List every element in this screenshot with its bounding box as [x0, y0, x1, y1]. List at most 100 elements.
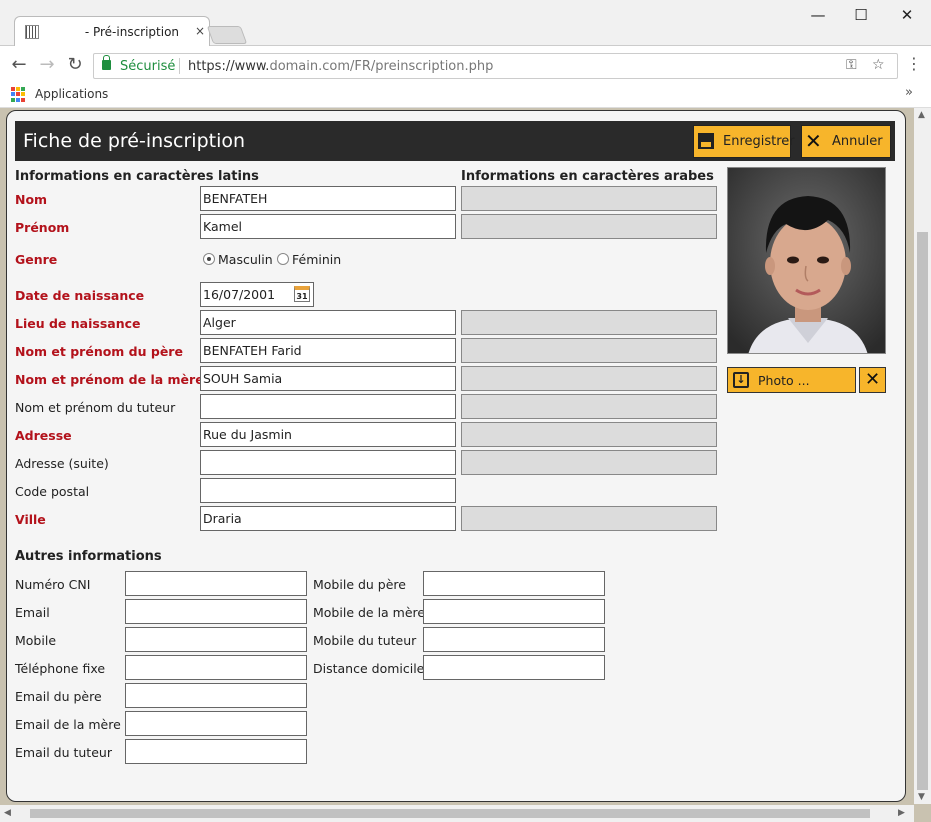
- vertical-scrollbar[interactable]: ▲ ▼: [914, 108, 931, 804]
- cancel-button[interactable]: ✕ Annuler: [801, 125, 891, 158]
- section-other-heading: Autres informations: [15, 549, 162, 564]
- code-postal-field[interactable]: [200, 478, 456, 503]
- horizontal-scroll-thumb[interactable]: [30, 809, 870, 818]
- mobile-pere-label: Mobile du père: [313, 577, 406, 592]
- ville-label: Ville: [15, 512, 46, 527]
- email-pere-field[interactable]: [125, 683, 307, 708]
- ville-arabic-field[interactable]: [461, 506, 717, 531]
- site-favicon-icon: [25, 25, 39, 39]
- star-icon[interactable]: ☆: [872, 57, 885, 73]
- mobile-label: Mobile: [15, 633, 57, 648]
- mobile-pere-field[interactable]: [423, 571, 605, 596]
- mobile-field[interactable]: [125, 627, 307, 652]
- url-text[interactable]: https://www.domain.com/FR/preinscription…: [188, 59, 493, 74]
- scroll-right-icon[interactable]: ▶: [898, 808, 905, 818]
- prenom-label: Prénom: [15, 220, 70, 235]
- url-scheme: https://www.: [188, 59, 270, 74]
- cancel-button-label: Annuler: [832, 134, 883, 149]
- distance-domicile-label: Distance domicile: [313, 661, 425, 676]
- date-naissance-field[interactable]: 16/07/2001 31: [200, 282, 314, 307]
- tuteur-arabic-field[interactable]: [461, 394, 717, 419]
- new-tab-button[interactable]: [206, 26, 248, 44]
- key-icon[interactable]: ⚿: [846, 57, 857, 73]
- adresse-field[interactable]: Rue du Jasmin: [200, 422, 456, 447]
- email-tuteur-label: Email du tuteur: [15, 745, 112, 760]
- maximize-button[interactable]: ☐: [846, 6, 876, 24]
- cni-field[interactable]: [125, 571, 307, 596]
- mobile-mere-label: Mobile de la mère: [313, 605, 426, 620]
- bookmarks-more-icon[interactable]: »: [905, 85, 913, 100]
- nom-field[interactable]: BENFATEH: [200, 186, 456, 211]
- email-tuteur-field[interactable]: [125, 739, 307, 764]
- lieu-naissance-field[interactable]: Alger: [200, 310, 456, 335]
- distance-domicile-field[interactable]: [423, 655, 605, 680]
- genre-feminin-label: Féminin: [292, 252, 342, 267]
- email-mere-label: Email de la mère: [15, 717, 121, 732]
- vertical-scroll-thumb[interactable]: [917, 232, 928, 790]
- browser-tab[interactable]: - Pré-inscription ×: [14, 16, 210, 46]
- page-viewport: Fiche de pré-inscription Enregistrer ✕ A…: [0, 108, 931, 822]
- code-postal-label: Code postal: [15, 484, 90, 499]
- date-naissance-label: Date de naissance: [15, 288, 145, 303]
- scroll-up-icon[interactable]: ▲: [918, 110, 925, 120]
- email-mere-field[interactable]: [125, 711, 307, 736]
- bookmark-applications[interactable]: Applications: [35, 87, 108, 101]
- prenom-field[interactable]: Kamel: [200, 214, 456, 239]
- lieu-naissance-arabic-field[interactable]: [461, 310, 717, 335]
- minimize-button[interactable]: —: [803, 6, 833, 24]
- adresse-suite-label: Adresse (suite): [15, 456, 109, 471]
- student-photo-image: [728, 168, 885, 353]
- browser-titlebar: - Pré-inscription × — ☐ ✕: [0, 0, 931, 46]
- pere-field[interactable]: BENFATEH Farid: [200, 338, 456, 363]
- scroll-down-icon[interactable]: ▼: [918, 792, 925, 802]
- genre-feminin-option[interactable]: Féminin: [277, 252, 341, 267]
- reload-icon[interactable]: ↻: [64, 54, 86, 75]
- prenom-arabic-field[interactable]: [461, 214, 717, 239]
- pere-arabic-field[interactable]: [461, 338, 717, 363]
- telephone-fixe-field[interactable]: [125, 655, 307, 680]
- menu-icon[interactable]: ⋮: [903, 54, 925, 73]
- mobile-tuteur-field[interactable]: [423, 627, 605, 652]
- adresse-suite-field[interactable]: [200, 450, 456, 475]
- genre-masculin-option[interactable]: Masculin: [203, 252, 273, 267]
- mere-label: Nom et prénom de la mère: [15, 372, 204, 387]
- mobile-mere-field[interactable]: [423, 599, 605, 624]
- forward-icon[interactable]: →: [36, 54, 58, 75]
- tab-close-icon[interactable]: ×: [195, 24, 205, 38]
- tuteur-label: Nom et prénom du tuteur: [15, 400, 176, 415]
- adresse-arabic-field[interactable]: [461, 422, 717, 447]
- close-window-button[interactable]: ✕: [892, 6, 922, 24]
- page-title: Fiche de pré-inscription: [23, 130, 246, 152]
- radio-masculin[interactable]: [203, 253, 215, 265]
- nom-label: Nom: [15, 192, 48, 207]
- url-domain: domain.com: [269, 59, 351, 74]
- mere-arabic-field[interactable]: [461, 366, 717, 391]
- radio-feminin[interactable]: [277, 253, 289, 265]
- photo-upload-button[interactable]: ↓ Photo ...: [727, 367, 856, 393]
- section-latin-heading: Informations en caractères latins: [15, 169, 259, 184]
- save-button[interactable]: Enregistrer: [693, 125, 795, 158]
- section-arabic-heading: Informations en caractères arabes: [461, 169, 714, 184]
- secure-label: Sécurisé: [120, 59, 176, 74]
- close-icon: ✕: [864, 369, 881, 390]
- close-icon: ✕: [805, 129, 822, 153]
- email-field[interactable]: [125, 599, 307, 624]
- adresse-suite-arabic-field[interactable]: [461, 450, 717, 475]
- tuteur-field[interactable]: [200, 394, 456, 419]
- calendar-icon[interactable]: 31: [294, 286, 310, 302]
- address-bar[interactable]: Sécurisé https://www.domain.com/FR/prein…: [93, 53, 898, 79]
- nom-arabic-field[interactable]: [461, 186, 717, 211]
- tab-title-prefix: -: [45, 25, 93, 39]
- cni-label: Numéro CNI: [15, 577, 91, 592]
- back-icon[interactable]: ←: [8, 54, 30, 75]
- mere-field[interactable]: SOUH Samia: [200, 366, 456, 391]
- bookmarks-bar: Applications »: [0, 82, 931, 108]
- omnibox-separator: [179, 58, 180, 74]
- horizontal-scrollbar[interactable]: ◀ ▶: [0, 805, 914, 822]
- apps-icon[interactable]: [11, 87, 26, 102]
- pere-label: Nom et prénom du père: [15, 344, 183, 359]
- scroll-left-icon[interactable]: ◀: [4, 808, 11, 818]
- email-pere-label: Email du père: [15, 689, 102, 704]
- ville-field[interactable]: Draria: [200, 506, 456, 531]
- photo-delete-button[interactable]: ✕: [859, 367, 886, 393]
